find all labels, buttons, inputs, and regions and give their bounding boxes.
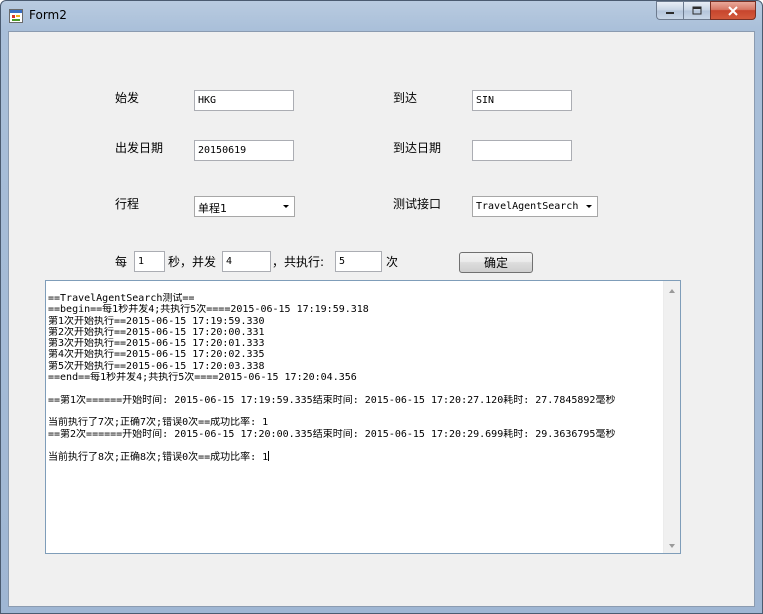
- log-line: ==begin==每1秒并发4;共执行5次====2015-06-15 17:1…: [48, 304, 369, 316]
- total-runs-input[interactable]: 5: [335, 251, 382, 272]
- text-caret: [268, 451, 270, 462]
- concurrent-input[interactable]: 4: [222, 251, 271, 272]
- interface-select-value: TravelAgentSearch: [476, 201, 579, 212]
- maximize-button[interactable]: [683, 1, 710, 20]
- interval-seconds-input[interactable]: 1: [134, 251, 165, 272]
- arrive-label: 到达: [393, 91, 418, 105]
- chevron-down-icon: [281, 201, 291, 211]
- log-line: ==第2次======开始时间: 2015-06-15 17:20:00.335…: [48, 428, 616, 440]
- every-label: 每: [115, 255, 128, 269]
- trip-select[interactable]: 单程1: [194, 196, 295, 217]
- scroll-up-button[interactable]: [664, 281, 680, 298]
- log-line: ==第1次======开始时间: 2015-06-15 17:19:59.335…: [48, 394, 616, 406]
- total-label: ，共执行:: [272, 255, 325, 269]
- depart-date-label: 出发日期: [115, 141, 164, 155]
- log-line: 当前执行了7次;正确7次;错误0次==成功比率: 1: [48, 417, 269, 429]
- window-title: Form2: [29, 8, 67, 22]
- chevron-down-icon: [584, 201, 594, 211]
- log-lines: ==TravelAgentSearch测试== ==begin==每1秒并发4;共…: [48, 293, 660, 462]
- log-textarea[interactable]: ==TravelAgentSearch测试== ==begin==每1秒并发4;共…: [45, 280, 681, 554]
- scroll-down-button[interactable]: [664, 536, 680, 553]
- log-line: 第5次开始执行==2015-06-15 17:20:03.338: [48, 360, 265, 372]
- vertical-scrollbar[interactable]: [663, 281, 680, 553]
- trip-select-value: 单程1: [198, 202, 227, 215]
- log-line: 第1次开始执行==2015-06-15 17:19:59.330: [48, 315, 265, 327]
- confirm-button[interactable]: 确定: [459, 252, 533, 273]
- interface-label: 测试接口: [393, 197, 442, 211]
- scroll-up-icon: [668, 283, 676, 297]
- title-bar[interactable]: Form2: [1, 1, 762, 31]
- form-client-area: 始发 HKG 到达 SIN 出发日期 20150619 到达日期 行程 单程1 …: [8, 31, 755, 607]
- times-label: 次: [386, 255, 399, 269]
- scroll-down-icon: [668, 538, 676, 552]
- maximize-icon: [692, 6, 702, 15]
- trip-label: 行程: [115, 197, 140, 211]
- app-icon: [9, 9, 23, 23]
- arrive-input[interactable]: SIN: [472, 90, 572, 111]
- log-line: ==end==每1秒并发4;共执行5次====2015-06-15 17:20:…: [48, 372, 357, 384]
- minimize-icon: [665, 7, 675, 15]
- log-line: 第3次开始执行==2015-06-15 17:20:01.333: [48, 338, 265, 350]
- log-line: 第4次开始执行==2015-06-15 17:20:02.335: [48, 349, 265, 361]
- window-controls: [656, 1, 756, 20]
- arrive-date-input[interactable]: [472, 140, 572, 161]
- log-line: ==TravelAgentSearch测试==: [48, 293, 195, 304]
- close-icon: [727, 5, 739, 16]
- log-line: 当前执行了8次;正确8次;错误0次==成功比率: 1: [48, 451, 270, 463]
- concurrent-label: 秒，并发: [168, 255, 217, 269]
- minimize-button[interactable]: [656, 1, 683, 20]
- depart-input[interactable]: HKG: [194, 90, 294, 111]
- arrive-date-label: 到达日期: [393, 141, 442, 155]
- log-line: 第2次开始执行==2015-06-15 17:20:00.331: [48, 326, 265, 338]
- depart-date-input[interactable]: 20150619: [194, 140, 294, 161]
- window-frame: Form2 始发 HKG 到达 SIN 出发日期 20150619 到达日期 行…: [0, 0, 763, 614]
- interface-select[interactable]: TravelAgentSearch: [472, 196, 598, 217]
- depart-label: 始发: [115, 91, 140, 105]
- close-button[interactable]: [710, 1, 756, 20]
